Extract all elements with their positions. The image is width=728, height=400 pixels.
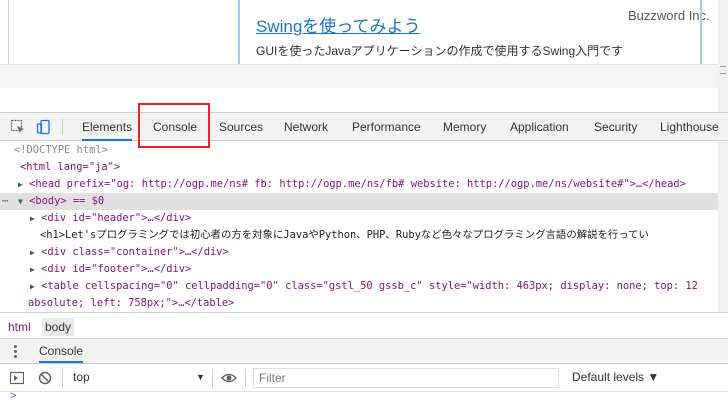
more-options-icon[interactable]: ⋯ xyxy=(2,193,8,210)
context-selector[interactable]: top xyxy=(73,370,90,384)
elements-tree: <!DOCTYPE html> <html lang="ja"> ▶ <head… xyxy=(0,142,728,312)
filter-input[interactable] xyxy=(253,368,559,388)
doctype-text: <!DOCTYPE html> xyxy=(14,144,108,156)
drawer-tabbar: Console xyxy=(0,338,728,364)
tab-console[interactable]: Console xyxy=(153,113,197,141)
container-tag-text: <div class="container">…</div> xyxy=(41,246,229,258)
tab-lighthouse[interactable]: Lighthouse xyxy=(660,113,719,141)
devtools-panel: Elements Console Sources Network Perform… xyxy=(0,103,728,400)
console-toolbar: top ▼ Default levels ▼ xyxy=(0,364,728,392)
table-tag-text: <table cellspacing="0" cellpadding="0" c… xyxy=(41,280,698,292)
tab-sources[interactable]: Sources xyxy=(219,113,263,141)
dom-node-header[interactable]: ▶ <div id="header">…</div> xyxy=(0,210,728,227)
table-tag-text-continued: absolute; left: 758px;">…</table> xyxy=(28,297,235,309)
devtools-tabbar: Elements Console Sources Network Perform… xyxy=(0,103,728,148)
drawer-menu-icon[interactable] xyxy=(14,345,18,359)
dom-node-footer[interactable]: ▶ <div id="footer">…</div> xyxy=(0,261,728,278)
dom-node-h1[interactable]: <h1>Let'sプログラミングでは初心者の方を対象にJavaやPython、P… xyxy=(0,227,728,244)
card-right-border xyxy=(700,0,702,64)
breadcrumb-body[interactable]: body xyxy=(42,318,75,336)
tab-memory[interactable]: Memory xyxy=(443,113,486,141)
tab-performance[interactable]: Performance xyxy=(352,113,421,141)
dom-node-table-continued[interactable]: absolute; left: 758px;">…</table> xyxy=(0,295,728,312)
dom-node-head[interactable]: ▶ <head prefix="og: http://ogp.me/ns# fb… xyxy=(0,176,728,193)
chevron-down-icon[interactable]: ▼ xyxy=(196,372,205,382)
expand-arrow-icon[interactable]: ▶ xyxy=(30,265,35,274)
scrollbar-grip-icon[interactable] xyxy=(720,66,726,74)
tab-elements[interactable]: Elements xyxy=(82,113,133,141)
h1-tag-text: <h1>Let'sプログラミングでは初心者の方を対象にJavaやPython、P… xyxy=(40,229,649,241)
console-prompt: > xyxy=(10,390,17,400)
body-tag-text: <body> == $0 xyxy=(29,195,105,207)
collapse-arrow-icon[interactable]: ▼ xyxy=(18,197,23,206)
live-expression-eye-icon[interactable] xyxy=(221,371,237,385)
article-card: Swingを使ってみよう GUIを使ったJavaアプリケーションの作成で使用する… xyxy=(238,0,710,64)
head-tag-text: <head prefix="og: http://ogp.me/ns# fb: … xyxy=(29,178,686,190)
expand-arrow-icon[interactable]: ▶ xyxy=(30,282,35,291)
page-left-rule xyxy=(8,0,9,64)
elements-scrollbar[interactable] xyxy=(718,142,728,312)
toolbar-separator xyxy=(62,369,63,387)
article-link[interactable]: Swingを使ってみよう xyxy=(256,12,420,37)
header-tag-text: <div id="header">…</div> xyxy=(41,212,192,224)
toolbar-separator xyxy=(245,369,246,387)
log-levels-dropdown[interactable]: Default levels ▼ xyxy=(572,370,659,384)
site-name: Buzzword Inc. xyxy=(628,8,710,23)
expand-arrow-icon[interactable]: ▶ xyxy=(30,214,35,223)
console-output[interactable]: > xyxy=(0,390,728,400)
dom-node-html[interactable]: <html lang="ja"> xyxy=(0,159,728,176)
breadcrumb: html body xyxy=(0,312,728,338)
page-bottom-strip xyxy=(0,64,718,88)
breadcrumb-html[interactable]: html xyxy=(5,318,34,336)
toolbar-separator xyxy=(62,119,63,135)
page-scrollbar[interactable] xyxy=(718,0,728,112)
tab-network[interactable]: Network xyxy=(284,113,328,141)
device-toolbar-icon[interactable] xyxy=(36,119,52,135)
dom-node-container[interactable]: ▶ <div class="container">…</div> xyxy=(0,244,728,261)
dom-node-body[interactable]: ⋯ ▼ <body> == $0 xyxy=(0,193,728,210)
toolbar-separator xyxy=(212,369,213,387)
tab-security[interactable]: Security xyxy=(594,113,637,141)
clear-console-icon[interactable] xyxy=(38,371,52,385)
expand-arrow-icon[interactable]: ▶ xyxy=(18,180,23,189)
footer-tag-text: <div id="footer">…</div> xyxy=(41,263,192,275)
inspect-element-icon[interactable] xyxy=(10,119,26,135)
drawer-tab-console[interactable]: Console xyxy=(39,339,84,363)
dom-node-table[interactable]: ▶ <table cellspacing="0" cellpadding="0"… xyxy=(0,278,728,295)
web-page-viewport: Swingを使ってみよう GUIを使ったJavaアプリケーションの作成で使用する… xyxy=(0,0,728,112)
show-sidebar-icon[interactable] xyxy=(9,371,25,385)
html-tag-text: <html lang="ja"> xyxy=(20,161,121,173)
expand-arrow-icon[interactable]: ▶ xyxy=(30,248,35,257)
tab-application[interactable]: Application xyxy=(510,113,569,141)
article-description: GUIを使ったJavaアプリケーションの作成で使用するSwing入門です xyxy=(256,44,624,58)
dom-node-doctype[interactable]: <!DOCTYPE html> xyxy=(0,142,728,159)
